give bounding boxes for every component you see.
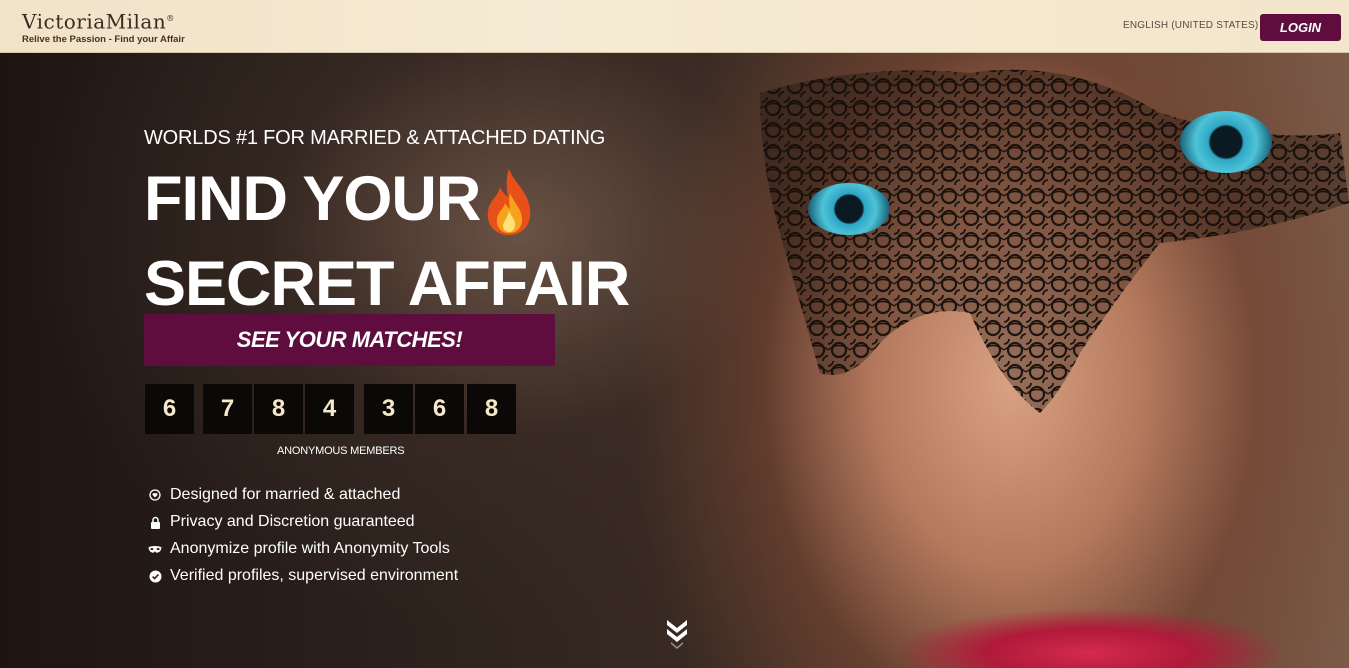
feature-text: Privacy and Discretion guaranteed [170,513,415,530]
flame-icon [480,167,538,250]
hero-kicker: WORLDS #1 FOR MARRIED & ATTACHED DATING [144,127,606,149]
feature-item: Privacy and Discretion guaranteed [148,512,458,539]
feature-text: Anonymize profile with Anonymity Tools [170,540,450,557]
feature-item: Anonymize profile with Anonymity Tools [148,539,458,566]
lock-icon [148,515,162,529]
counter-digit: 8 [467,384,516,434]
logo-registered-mark: ® [166,14,175,23]
logo-wordmark: VictoriaMilan [22,9,167,34]
counter-digit: 6 [145,384,194,434]
masked-woman-photo [760,69,1349,414]
member-counter: 6 7 8 4 3 6 8 [144,384,524,434]
login-button[interactable]: LOGIN [1260,14,1341,41]
headline-line-1: FIND YOUR [144,164,481,234]
heart-pin-icon [148,488,162,502]
feature-text: Verified profiles, supervised environmen… [170,567,459,584]
counter-digit: 3 [364,384,413,434]
counter-label: ANONYMOUS MEMBERS [277,445,405,457]
left-eye [808,183,890,235]
counter-digit: 6 [415,384,464,434]
feature-list: Designed for married & attached Privacy … [148,485,458,593]
counter-digit: 4 [305,384,354,434]
feature-text: Designed for married & attached [170,486,401,503]
hero-section: WORLDS #1 FOR MARRIED & ATTACHED DATING … [0,53,1349,668]
counter-digit: 7 [203,384,252,434]
headline-line-2: SECRET AFFAIR [144,249,630,319]
chevron-double-down-icon[interactable] [665,618,689,650]
hero-headline: FIND YOUR SECRET AFFAIR [144,164,630,318]
language-selector[interactable]: ENGLISH (UNITED STATES)▼ [1123,20,1269,31]
feature-item: Verified profiles, supervised environmen… [148,566,458,593]
logo-tagline: Relive the Passion - Find your Affair [22,33,185,45]
language-label: ENGLISH (UNITED STATES) [1123,20,1259,31]
see-your-matches-button[interactable]: SEE YOUR MATCHES! [144,314,555,366]
mask-icon [148,542,162,556]
right-eye [1180,111,1272,173]
check-badge-icon [148,569,162,583]
counter-digit: 8 [254,384,303,434]
top-header: VictoriaMilan® Relive the Passion - Find… [0,0,1349,53]
feature-item: Designed for married & attached [148,485,458,512]
victoria-milan-logo[interactable]: VictoriaMilan® Relive the Passion - Find… [22,8,185,45]
